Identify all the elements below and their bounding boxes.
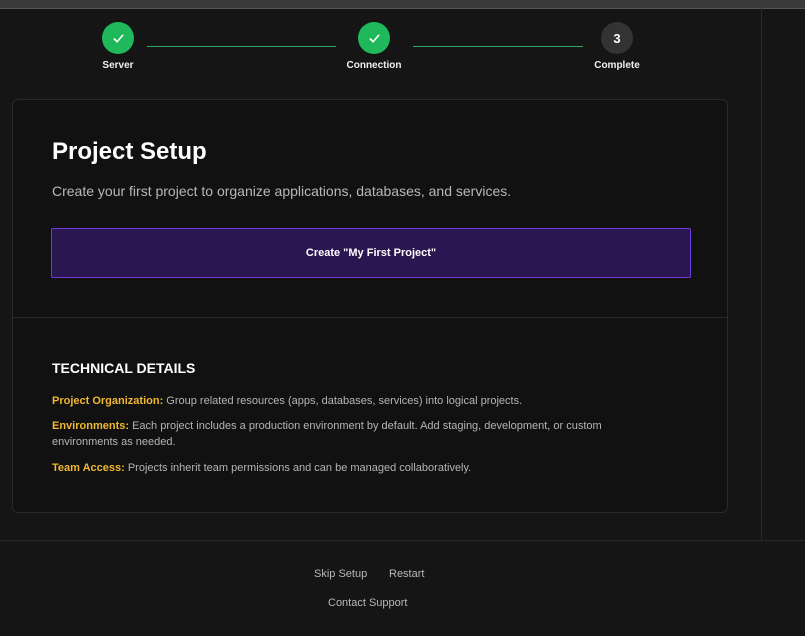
step-server-label: Server (102, 60, 134, 71)
step-complete: 3 Complete (557, 22, 677, 71)
step-connection-indicator (358, 22, 390, 54)
step-server: Server (58, 22, 178, 71)
step-complete-label: Complete (594, 60, 640, 71)
detail-project-organization: Project Organization: Group related reso… (52, 393, 652, 409)
step-server-indicator (102, 22, 134, 54)
page-subtitle: Create your first project to organize ap… (52, 183, 512, 199)
skip-setup-link[interactable]: Skip Setup (314, 568, 367, 580)
card-divider (13, 317, 727, 318)
detail-text: Projects inherit team permissions and ca… (124, 462, 472, 474)
detail-key: Team Access: (52, 462, 125, 474)
window-top-bar (0, 0, 805, 9)
detail-environments: Environments: Each project includes a pr… (52, 418, 652, 450)
create-project-button[interactable]: Create "My First Project" (51, 228, 691, 278)
contact-support-link[interactable]: Contact Support (328, 597, 408, 609)
check-icon (368, 33, 380, 43)
layout-divider (761, 8, 762, 540)
detail-team-access: Team Access: Projects inherit team permi… (52, 460, 652, 476)
detail-text: Each project includes a production envir… (52, 420, 602, 448)
footer-divider (0, 540, 805, 541)
step-connection-label: Connection (346, 60, 402, 71)
detail-key: Environments: (52, 420, 130, 432)
check-icon (112, 33, 124, 43)
detail-key: Project Organization: (52, 395, 164, 407)
detail-text: Group related resources (apps, databases… (163, 395, 523, 407)
step-complete-indicator: 3 (601, 22, 633, 54)
technical-details-heading: TECHNICAL DETAILS (52, 360, 196, 376)
restart-link[interactable]: Restart (389, 568, 424, 580)
page-title: Project Setup (52, 138, 207, 165)
project-setup-card: Project Setup Create your first project … (12, 99, 728, 513)
step-connection: Connection (314, 22, 434, 71)
